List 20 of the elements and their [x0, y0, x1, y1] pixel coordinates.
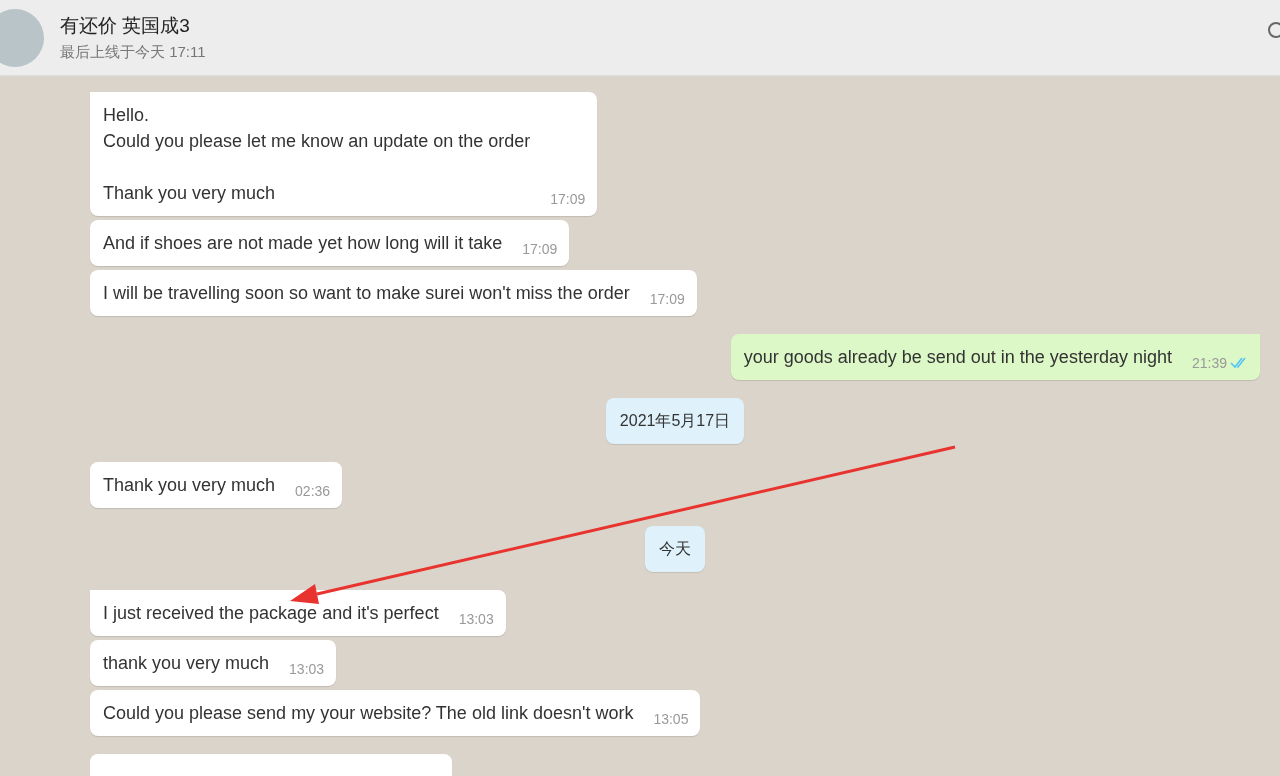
- message-text: Hello. Could you please let me know an update on the order Thank you very much: [103, 104, 531, 205]
- message-time: 02:36: [295, 482, 331, 501]
- last-seen-status: 最后上线于今天 17:11: [60, 41, 207, 62]
- date-chip: 今天: [645, 526, 705, 572]
- message-text: And if shoes are not made yet how long will it take: [103, 232, 503, 255]
- message-text: I will be travelling soon so want to make surei won't miss the order: [103, 282, 630, 305]
- message-text: Thank you very much: [103, 474, 276, 497]
- message-time: 13:05: [653, 710, 689, 729]
- message-time: 21:39: [1191, 354, 1227, 373]
- date-chip: 2021年5月17日: [605, 398, 745, 444]
- message-time: 13:03: [458, 610, 494, 629]
- message-time: 17:09: [522, 240, 558, 259]
- message-time: 13:03: [289, 660, 325, 679]
- message-text: Could you please send my your website? The old link doesn't work: [103, 702, 634, 725]
- message-text: I just received the package and it's perfect: [103, 602, 439, 625]
- message-time: 17:09: [550, 190, 586, 209]
- contact-name: 有还价 英国成3: [60, 14, 191, 38]
- message-text: your goods already be send out in the yesterday night: [743, 346, 1172, 369]
- message-text: thank you very much: [103, 652, 270, 675]
- message-time: 17:09: [649, 290, 685, 309]
